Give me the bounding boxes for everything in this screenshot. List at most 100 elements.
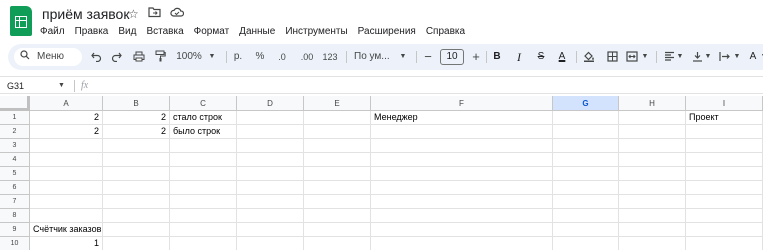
cell-i8[interactable]	[686, 209, 763, 223]
cell-g6[interactable]	[553, 181, 619, 195]
row-header-2[interactable]: 2	[0, 125, 30, 139]
cell-a4[interactable]	[30, 153, 103, 167]
cell-c10[interactable]	[170, 237, 237, 250]
cell-f7[interactable]	[371, 195, 553, 209]
cell-g8[interactable]	[553, 209, 619, 223]
cell-h2[interactable]	[619, 125, 686, 139]
cell-a8[interactable]	[30, 209, 103, 223]
cell-e4[interactable]	[304, 153, 371, 167]
cell-b8[interactable]	[103, 209, 170, 223]
cell-h5[interactable]	[619, 167, 686, 181]
row-header-9[interactable]: 9	[0, 223, 30, 237]
column-header-f[interactable]: F	[371, 96, 553, 111]
menu-search[interactable]: Меню	[14, 48, 82, 66]
borders-icon[interactable]	[605, 44, 619, 70]
menu-extensions[interactable]: Расширения	[358, 25, 416, 39]
cell-f5[interactable]	[371, 167, 553, 181]
undo-icon[interactable]	[90, 44, 102, 70]
cell-c2[interactable]: было строк	[170, 125, 237, 139]
row-header-1[interactable]: 1	[0, 111, 30, 125]
cell-c5[interactable]	[170, 167, 237, 181]
sheets-logo-icon[interactable]	[10, 6, 32, 36]
cell-e7[interactable]	[304, 195, 371, 209]
cell-i10[interactable]	[686, 237, 763, 250]
cell-b2[interactable]: 2	[103, 125, 170, 139]
menu-tools[interactable]: Инструменты	[285, 25, 347, 39]
cell-a2[interactable]: 2	[30, 125, 103, 139]
menu-insert[interactable]: Вставка	[146, 25, 183, 39]
cell-a1[interactable]: 2	[30, 111, 103, 125]
valign-dropdown-icon[interactable]: ▼	[703, 44, 713, 70]
column-header-g[interactable]: G	[553, 96, 619, 111]
text-color-button[interactable]: A	[555, 44, 569, 70]
cell-a6[interactable]	[30, 181, 103, 195]
cell-c8[interactable]	[170, 209, 237, 223]
zoom-select[interactable]: 100%	[176, 44, 202, 70]
rotation-dropdown-icon[interactable]: ▼	[759, 44, 763, 70]
cell-b3[interactable]	[103, 139, 170, 153]
cell-i6[interactable]	[686, 181, 763, 195]
decrease-font-size-button[interactable]: −	[422, 44, 434, 70]
cell-h6[interactable]	[619, 181, 686, 195]
row-header-3[interactable]: 3	[0, 139, 30, 153]
cell-a3[interactable]	[30, 139, 103, 153]
cell-f4[interactable]	[371, 153, 553, 167]
text-rotation-icon[interactable]: A	[747, 44, 759, 70]
print-icon[interactable]	[132, 44, 146, 70]
move-to-folder-icon[interactable]	[148, 6, 161, 22]
row-header-5[interactable]: 5	[0, 167, 30, 181]
more-formats-button[interactable]: 123	[321, 44, 339, 70]
bold-button[interactable]: B	[490, 44, 504, 70]
cell-h7[interactable]	[619, 195, 686, 209]
cell-h9[interactable]	[619, 223, 686, 237]
percent-button[interactable]: %	[254, 44, 266, 70]
increase-font-size-button[interactable]: +	[470, 44, 482, 70]
cell-a7[interactable]	[30, 195, 103, 209]
decrease-decimal-button[interactable]: .0	[273, 44, 291, 70]
name-box[interactable]: G31	[7, 79, 24, 93]
cell-b6[interactable]	[103, 181, 170, 195]
row-header-6[interactable]: 6	[0, 181, 30, 195]
cell-h1[interactable]	[619, 111, 686, 125]
select-all-corner[interactable]	[0, 96, 30, 111]
cell-b5[interactable]	[103, 167, 170, 181]
cloud-status-icon[interactable]	[170, 6, 185, 22]
cell-c6[interactable]	[170, 181, 237, 195]
menu-file[interactable]: Файл	[40, 25, 65, 39]
column-header-b[interactable]: B	[103, 96, 170, 111]
cell-i7[interactable]	[686, 195, 763, 209]
column-header-i[interactable]: I	[686, 96, 763, 111]
row-header-4[interactable]: 4	[0, 153, 30, 167]
cell-c4[interactable]	[170, 153, 237, 167]
cell-f1[interactable]: Менеджер	[371, 111, 553, 125]
cell-i1[interactable]: Проект	[686, 111, 763, 125]
text-wrapping-icon[interactable]	[718, 44, 732, 70]
wrap-dropdown-icon[interactable]: ▼	[732, 44, 742, 70]
cell-g2[interactable]	[553, 125, 619, 139]
cell-c3[interactable]	[170, 139, 237, 153]
cell-c7[interactable]	[170, 195, 237, 209]
cell-i3[interactable]	[686, 139, 763, 153]
cell-g3[interactable]	[553, 139, 619, 153]
cell-d8[interactable]	[237, 209, 304, 223]
column-header-a[interactable]: A	[30, 96, 103, 111]
cell-e8[interactable]	[304, 209, 371, 223]
cell-e5[interactable]	[304, 167, 371, 181]
star-icon[interactable]: ☆	[128, 6, 139, 22]
merge-cells-icon[interactable]	[625, 44, 639, 70]
cell-e9[interactable]	[304, 223, 371, 237]
cell-e1[interactable]	[304, 111, 371, 125]
row-header-7[interactable]: 7	[0, 195, 30, 209]
merge-dropdown-icon[interactable]: ▼	[640, 44, 650, 70]
cell-b7[interactable]	[103, 195, 170, 209]
column-header-e[interactable]: E	[304, 96, 371, 111]
font-select[interactable]: По ум...	[354, 44, 394, 70]
cell-i5[interactable]	[686, 167, 763, 181]
cell-f6[interactable]	[371, 181, 553, 195]
cell-g9[interactable]	[553, 223, 619, 237]
column-header-h[interactable]: H	[619, 96, 686, 111]
cell-b4[interactable]	[103, 153, 170, 167]
font-dropdown-icon[interactable]: ▼	[398, 44, 408, 70]
cell-g1[interactable]	[553, 111, 619, 125]
cell-a5[interactable]	[30, 167, 103, 181]
